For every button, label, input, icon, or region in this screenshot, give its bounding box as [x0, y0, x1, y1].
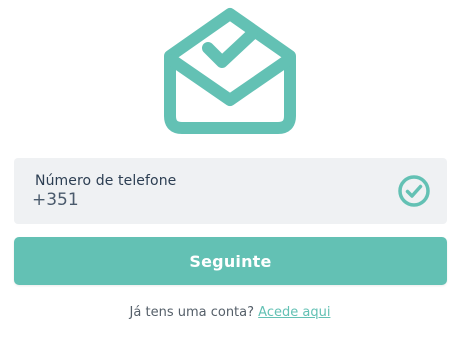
check-circle-icon [398, 175, 430, 207]
login-prompt: Já tens uma conta? Acede aqui [0, 305, 460, 320]
phone-number-field[interactable]: Número de telefone [14, 158, 447, 224]
phone-signup-screen: Número de telefone Seguinte Já tens uma … [0, 0, 460, 360]
phone-number-label: Número de telefone [35, 173, 177, 189]
login-prompt-text: Já tens uma conta? [129, 305, 255, 320]
envelope-check-icon [164, 8, 296, 134]
login-link[interactable]: Acede aqui [258, 305, 330, 320]
phone-number-input[interactable] [32, 190, 372, 210]
next-button[interactable]: Seguinte [14, 237, 447, 285]
